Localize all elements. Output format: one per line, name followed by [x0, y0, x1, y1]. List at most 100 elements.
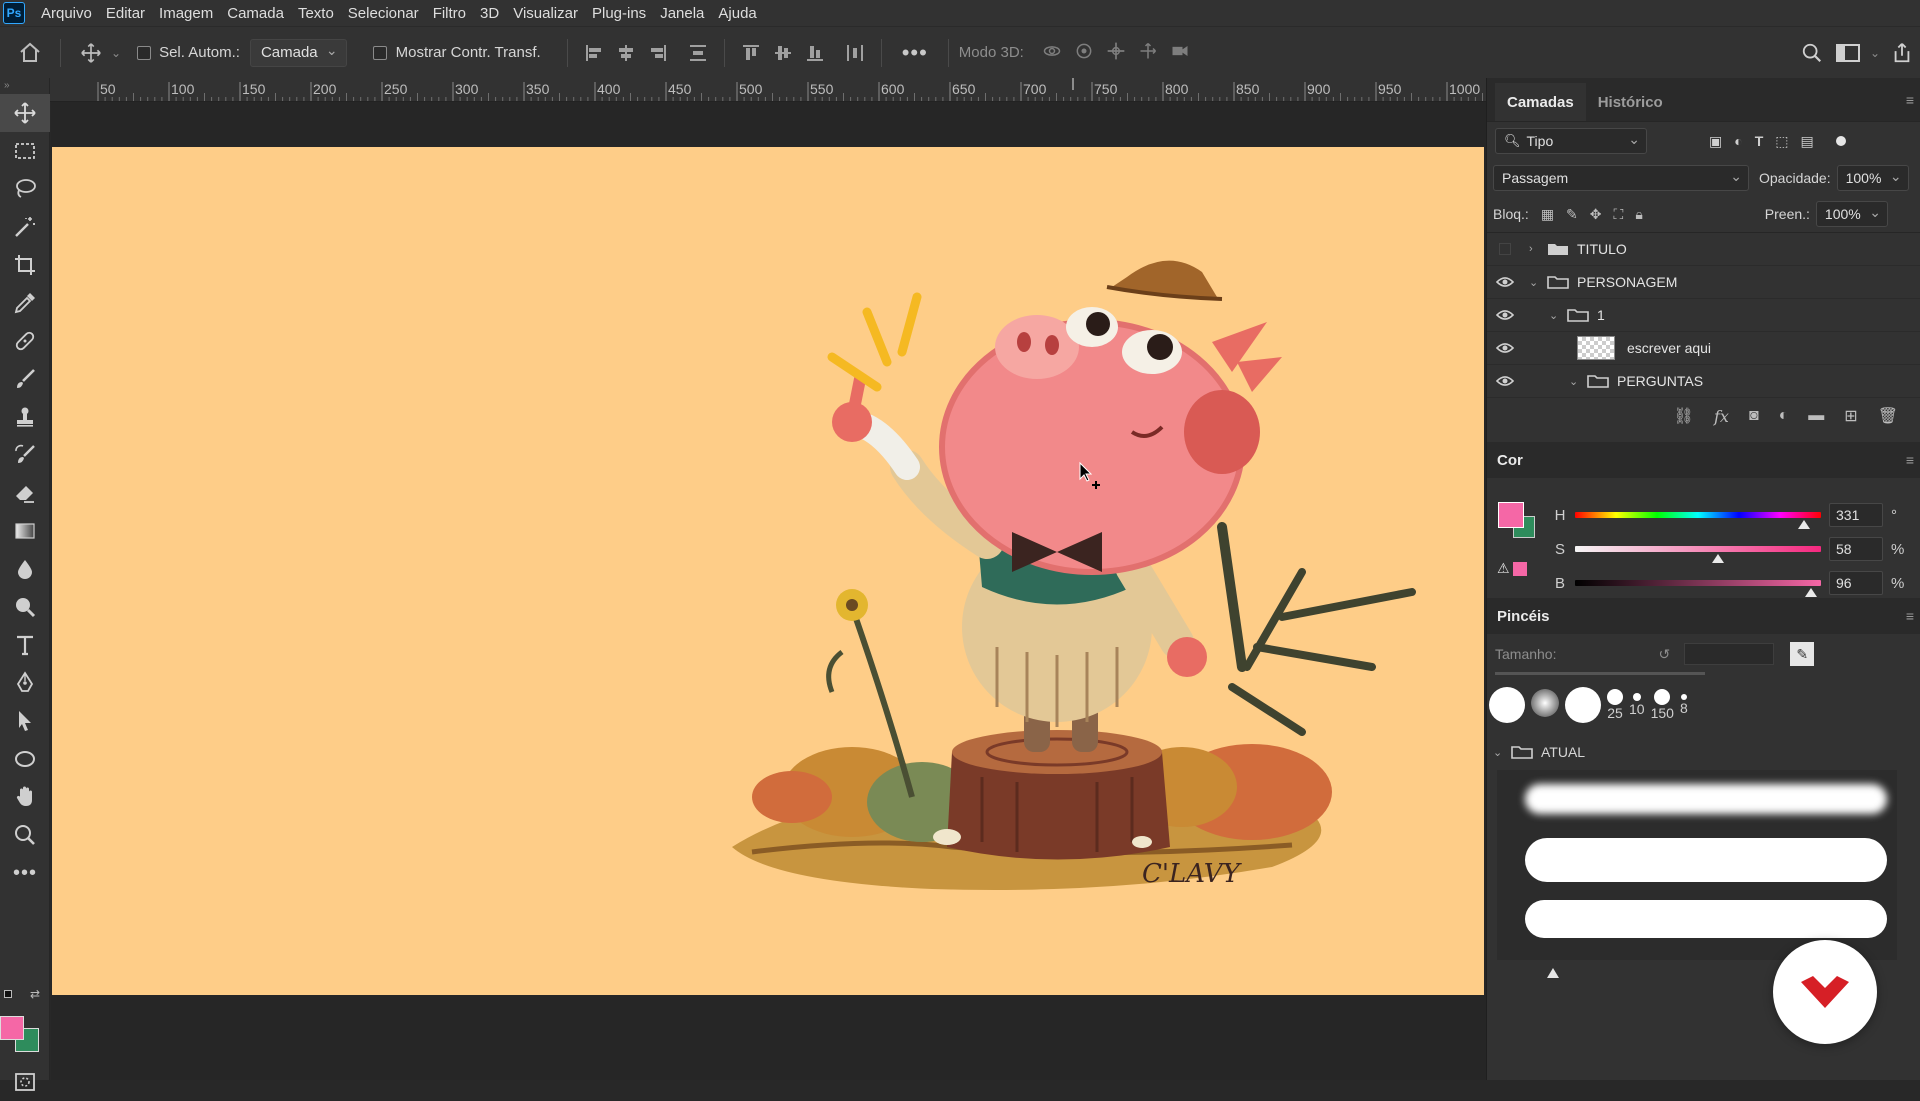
eraser-tool-icon[interactable] [0, 474, 50, 512]
lock-pixels-icon[interactable]: ✎ [1566, 206, 1578, 223]
eye-icon[interactable] [1487, 375, 1523, 387]
artboard[interactable]: C'LAVY [52, 147, 1484, 995]
slider-handle[interactable] [1712, 554, 1724, 563]
brush-stroke-soft[interactable] [1525, 784, 1887, 814]
workspace-chevron-icon[interactable]: ⌄ [1870, 46, 1880, 60]
link-layers-icon[interactable]: ⛓ [1674, 406, 1694, 426]
filter-toggle-icon[interactable] [1835, 136, 1846, 146]
eye-icon[interactable] [1487, 309, 1523, 321]
slider-handle[interactable] [1798, 520, 1810, 529]
more-options-icon[interactable]: ••• [902, 40, 928, 66]
move-tool-icon[interactable] [0, 94, 50, 132]
history-brush-tool-icon[interactable] [0, 436, 50, 474]
blur-tool-icon[interactable] [0, 550, 50, 588]
tab-history[interactable]: Histórico [1586, 83, 1675, 121]
filter-type-icon[interactable]: T [1755, 133, 1764, 150]
default-colors-icon[interactable] [4, 990, 12, 998]
align-right-icon[interactable] [648, 43, 668, 63]
menu-arquivo[interactable]: Arquivo [34, 5, 99, 22]
menu-ajuda[interactable]: Ajuda [711, 5, 763, 22]
brush-tool-icon[interactable] [0, 360, 50, 398]
new-layer-icon[interactable]: ⊞ [1844, 406, 1857, 426]
3d-roll-icon[interactable] [1074, 41, 1098, 65]
menu-3d[interactable]: 3D [473, 5, 506, 22]
brightness-slider[interactable] [1575, 580, 1821, 597]
panel-menu-icon[interactable]: ≡ [1906, 92, 1914, 108]
layer-row-escrever-aqui[interactable]: escrever aqui [1487, 332, 1920, 365]
menu-janela[interactable]: Janela [653, 5, 711, 22]
brush-group-row[interactable]: ⌄ ATUAL [1493, 740, 1585, 764]
chevron-right-icon[interactable]: › [1529, 243, 1543, 255]
reset-icon[interactable]: ↺ [1658, 646, 1670, 663]
new-group-icon[interactable]: ▬ [1808, 407, 1824, 425]
brush-stroke-hard[interactable] [1525, 838, 1887, 882]
menu-visualizar[interactable]: Visualizar [506, 5, 585, 22]
crop-tool-icon[interactable] [0, 246, 50, 284]
move-tool-preset-icon[interactable] [71, 42, 111, 64]
lock-all-icon[interactable]: 🔒︎ [1635, 206, 1642, 223]
path-selection-tool-icon[interactable] [0, 702, 50, 740]
pen-tool-icon[interactable] [0, 664, 50, 702]
brush-preset[interactable]: 150 [1651, 689, 1674, 721]
swap-colors-icon[interactable]: ⇄ [30, 987, 40, 1001]
distribute-vertical-icon[interactable] [688, 43, 708, 63]
brush-size-input[interactable] [1684, 643, 1775, 665]
chevron-down-icon[interactable]: ⌄ [1529, 276, 1543, 289]
auto-select-checkbox[interactable] [137, 45, 152, 60]
layer-filter-dropdown[interactable]: 🔍︎ Tipo [1495, 128, 1647, 154]
panel-menu-icon[interactable]: ≡ [1906, 608, 1914, 624]
brush-stroke-hard-2[interactable] [1525, 900, 1887, 938]
menu-filtro[interactable]: Filtro [426, 5, 473, 22]
align-middle-v-icon[interactable] [773, 43, 793, 63]
saturation-slider[interactable] [1575, 546, 1821, 563]
color-panel-title[interactable]: Cor [1497, 452, 1523, 469]
eye-icon[interactable] [1487, 342, 1523, 354]
brush-preset[interactable] [1531, 689, 1559, 721]
menu-texto[interactable]: Texto [291, 5, 341, 22]
saturation-input[interactable]: 58 [1829, 537, 1883, 561]
eye-icon[interactable] [1487, 276, 1523, 288]
transform-controls-checkbox[interactable] [372, 45, 387, 60]
blend-mode-dropdown[interactable]: Passagem [1493, 165, 1749, 191]
healing-brush-tool-icon[interactable] [0, 322, 50, 360]
magic-wand-tool-icon[interactable] [0, 208, 50, 246]
gradient-tool-icon[interactable] [0, 512, 50, 550]
lasso-tool-icon[interactable] [0, 170, 50, 208]
canvas-area[interactable]: C'LAVY [51, 102, 1486, 1080]
delete-layer-icon[interactable]: 🗑︎ [1878, 406, 1898, 426]
3d-slide-icon[interactable] [1138, 41, 1162, 65]
brush-preset[interactable]: 25 [1607, 689, 1623, 721]
hue-input[interactable]: 331 [1829, 503, 1883, 527]
3d-camera-icon[interactable] [1170, 41, 1194, 65]
foreground-color-swatch[interactable] [0, 1016, 24, 1040]
tab-layers[interactable]: Camadas [1495, 83, 1586, 121]
visibility-off-icon[interactable] [1487, 243, 1523, 255]
menu-selecionar[interactable]: Selecionar [341, 5, 426, 22]
ellipse-tool-icon[interactable] [0, 740, 50, 778]
lock-position-icon[interactable]: ✥ [1590, 206, 1602, 223]
adjustment-layer-icon[interactable]: ◐ [1779, 407, 1789, 425]
lock-transparent-icon[interactable]: ▦ [1541, 206, 1554, 223]
menu-imagem[interactable]: Imagem [152, 5, 220, 22]
panel-menu-icon[interactable]: ≡ [1906, 452, 1914, 468]
type-tool-icon[interactable] [0, 626, 50, 664]
align-center-h-icon[interactable] [616, 43, 636, 63]
quick-mask-icon[interactable] [0, 1063, 50, 1101]
align-top-icon[interactable] [741, 43, 761, 63]
search-icon[interactable] [1794, 42, 1830, 64]
brightness-input[interactable]: 96 [1829, 571, 1883, 595]
brush-preset[interactable]: 8 [1680, 694, 1688, 716]
layer-row-1[interactable]: ⌄ 1 [1487, 299, 1920, 332]
3d-pan-icon[interactable] [1106, 41, 1130, 65]
more-tools-icon[interactable]: ••• [0, 854, 50, 892]
preview-size-slider-handle[interactable] [1547, 968, 1559, 978]
layer-row-perguntas[interactable]: ⌄ PERGUNTAS [1487, 365, 1920, 398]
add-mask-icon[interactable]: ◙ [1749, 407, 1759, 425]
filter-shape-icon[interactable]: ⬚ [1775, 133, 1788, 150]
layer-row-titulo[interactable]: › TITULO [1487, 233, 1920, 266]
preset-chevron-icon[interactable]: ⌄ [111, 46, 121, 60]
menu-plugins[interactable]: Plug-ins [585, 5, 653, 22]
zoom-tool-icon[interactable] [0, 816, 50, 854]
chevron-down-icon[interactable]: ⌄ [1549, 309, 1563, 322]
fx-icon[interactable]: fx [1714, 407, 1729, 426]
